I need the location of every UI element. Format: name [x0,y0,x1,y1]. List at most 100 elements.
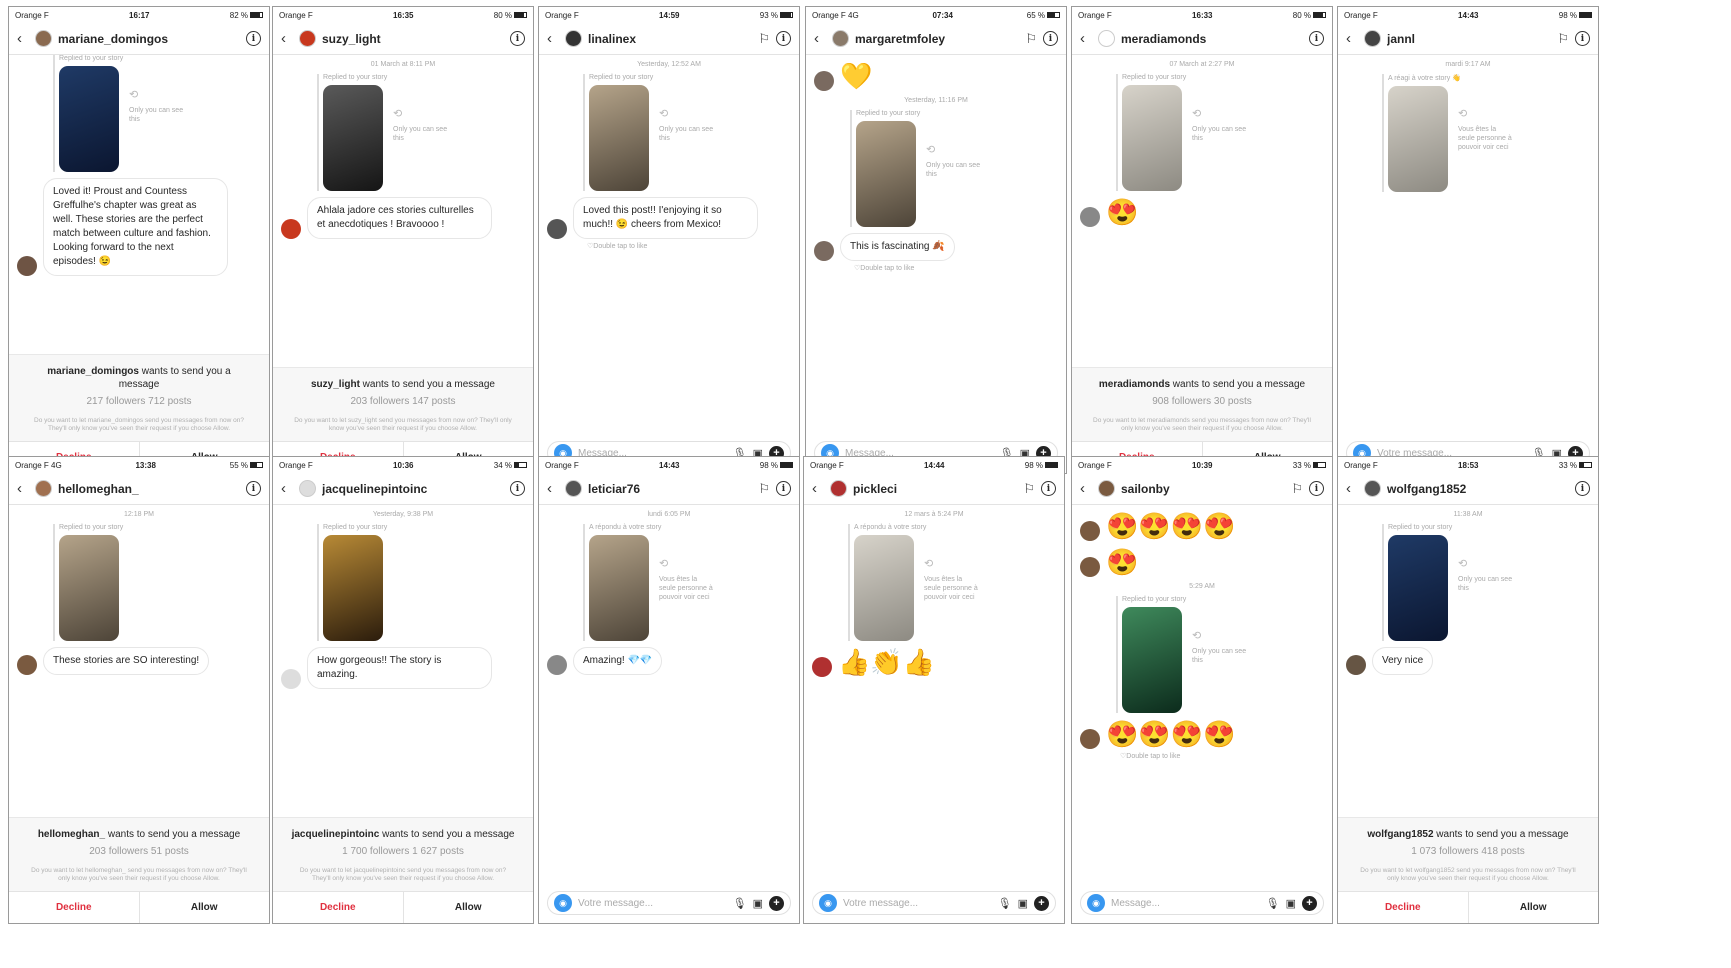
decline-button[interactable]: Decline [9,892,140,923]
info-icon[interactable]: i [246,481,261,496]
username[interactable]: hellomeghan_ [58,482,240,496]
story-thumbnail[interactable] [1122,85,1182,191]
info-icon[interactable]: i [1309,481,1324,496]
decline-button[interactable]: Decline [1338,892,1469,923]
username[interactable]: sailonby [1121,482,1285,496]
story-thumbnail[interactable] [854,535,914,641]
emoji-message[interactable]: 👍👏👍 [838,647,935,677]
flag-icon[interactable]: ⚐ [758,481,770,497]
message-input[interactable]: ◉ Message... 🎙 ▣ + [1080,891,1324,915]
avatar[interactable] [832,30,849,47]
story-thumbnail[interactable] [323,85,383,191]
avatar[interactable] [565,30,582,47]
username[interactable]: margaretmfoley [855,32,1019,46]
gallery-icon[interactable]: ▣ [753,897,763,910]
story-thumbnail[interactable] [1388,86,1448,192]
back-chevron-icon[interactable]: ‹ [17,30,29,47]
back-chevron-icon[interactable]: ‹ [547,30,559,47]
info-icon[interactable]: i [1309,31,1324,46]
emoji-message[interactable]: 😍😍😍😍 [1106,719,1236,749]
back-chevron-icon[interactable]: ‹ [1346,30,1358,47]
back-chevron-icon[interactable]: ‹ [1346,480,1358,497]
back-chevron-icon[interactable]: ‹ [17,480,29,497]
message-bubble[interactable]: This is fascinating 🍂 [840,233,955,261]
flag-icon[interactable]: ⚐ [1023,481,1035,497]
username[interactable]: jannl [1387,32,1551,46]
back-chevron-icon[interactable]: ‹ [1080,30,1092,47]
back-chevron-icon[interactable]: ‹ [281,480,293,497]
allow-button[interactable]: Allow [140,892,270,923]
flag-icon[interactable]: ⚐ [1557,31,1569,47]
info-icon[interactable]: i [510,481,525,496]
info-icon[interactable]: i [1041,481,1056,496]
flag-icon[interactable]: ⚐ [758,31,770,47]
story-thumbnail[interactable] [1388,535,1448,641]
message-placeholder[interactable]: Votre message... [578,898,727,909]
gallery-icon[interactable]: ▣ [1018,897,1028,910]
back-chevron-icon[interactable]: ‹ [547,480,559,497]
avatar[interactable] [1364,480,1381,497]
microphone-icon[interactable]: 🎙 [733,897,747,910]
message-input[interactable]: ◉ Votre message... 🎙 ▣ + [812,891,1056,915]
allow-button[interactable]: Allow [1469,892,1599,923]
message-placeholder[interactable]: Message... [1111,898,1260,909]
info-icon[interactable]: i [1575,31,1590,46]
message-bubble[interactable]: How gorgeous!! The story is amazing. [307,647,492,689]
username[interactable]: mariane_domingos [58,32,240,46]
emoji-message[interactable]: 😍 [1106,547,1138,577]
message-bubble[interactable]: Loved this post!! I'enjoying it so much!… [573,197,758,239]
username[interactable]: pickleci [853,482,1017,496]
message-bubble[interactable]: Ahlala jadore ces stories culturelles et… [307,197,492,239]
allow-button[interactable]: Allow [404,892,534,923]
plus-icon[interactable]: + [1034,895,1049,911]
decline-button[interactable]: Decline [273,892,404,923]
info-icon[interactable]: i [1575,481,1590,496]
back-chevron-icon[interactable]: ‹ [812,480,824,497]
username[interactable]: jacquelinepintoinc [322,482,504,496]
avatar[interactable] [299,30,316,47]
avatar[interactable] [1098,480,1115,497]
avatar[interactable] [1098,30,1115,47]
username[interactable]: leticiar76 [588,482,752,496]
story-thumbnail[interactable] [59,535,119,641]
plus-icon[interactable]: + [769,895,784,911]
camera-icon[interactable]: ◉ [819,894,837,912]
username[interactable]: meradiamonds [1121,32,1303,46]
back-chevron-icon[interactable]: ‹ [814,30,826,47]
plus-icon[interactable]: + [1302,895,1317,911]
story-thumbnail[interactable] [323,535,383,641]
microphone-icon[interactable]: 🎙 [998,897,1012,910]
story-thumbnail[interactable] [856,121,916,227]
flag-icon[interactable]: ⚐ [1025,31,1037,47]
story-thumbnail[interactable] [1122,607,1182,713]
story-thumbnail[interactable] [59,66,119,172]
message-placeholder[interactable]: Votre message... [843,898,992,909]
avatar[interactable] [565,480,582,497]
message-bubble[interactable]: Amazing! 💎💎 [573,647,663,675]
flag-icon[interactable]: ⚐ [1291,481,1303,497]
username[interactable]: suzy_light [322,32,504,46]
emoji-message[interactable]: 😍😍😍😍 [1106,511,1236,541]
back-chevron-icon[interactable]: ‹ [281,30,293,47]
camera-icon[interactable]: ◉ [554,894,572,912]
gallery-icon[interactable]: ▣ [1286,897,1296,910]
info-icon[interactable]: i [1043,31,1058,46]
message-bubble[interactable]: These stories are SO interesting! [43,647,210,675]
story-thumbnail[interactable] [589,85,649,191]
emoji-message[interactable]: 😍 [1106,197,1138,227]
back-chevron-icon[interactable]: ‹ [1080,480,1092,497]
story-thumbnail[interactable] [589,535,649,641]
avatar[interactable] [830,480,847,497]
info-icon[interactable]: i [510,31,525,46]
camera-icon[interactable]: ◉ [1087,894,1105,912]
avatar[interactable] [35,480,52,497]
username[interactable]: wolfgang1852 [1387,482,1569,496]
emoji-message[interactable]: 💛 [840,61,872,91]
avatar[interactable] [299,480,316,497]
info-icon[interactable]: i [776,481,791,496]
info-icon[interactable]: i [246,31,261,46]
message-input[interactable]: ◉ Votre message... 🎙 ▣ + [547,891,791,915]
message-bubble[interactable]: Loved it! Proust and Countess Greffulhe'… [43,178,228,276]
message-bubble[interactable]: Very nice [1372,647,1434,675]
username[interactable]: linalinex [588,32,752,46]
